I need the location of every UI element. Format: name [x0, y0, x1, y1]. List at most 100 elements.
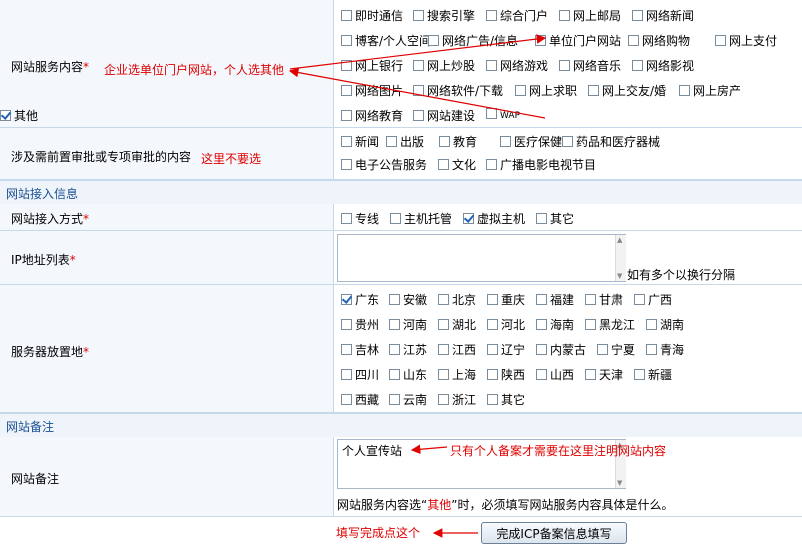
server-location-option[interactable]: 天津 — [585, 366, 623, 383]
service-content-option[interactable]: 网上交友/婚 — [588, 82, 666, 99]
checkbox[interactable] — [588, 85, 599, 96]
server-location-option[interactable]: 辽宁 — [487, 341, 525, 358]
service-content-option[interactable]: 网络游戏 — [486, 57, 548, 74]
ip-list-scrollbar[interactable]: ▲ ▼ — [615, 235, 626, 281]
checkbox[interactable] — [487, 394, 498, 405]
checkbox[interactable] — [486, 108, 497, 119]
service-content-option[interactable]: 搜索引擎 — [413, 7, 475, 24]
checkbox[interactable] — [438, 394, 449, 405]
service-content-option[interactable]: 网络图片 — [341, 82, 403, 99]
server-location-option[interactable]: 西藏 — [341, 391, 379, 408]
server-location-option[interactable]: 新疆 — [634, 366, 672, 383]
server-location-option[interactable]: 湖北 — [438, 316, 476, 333]
checkbox[interactable] — [341, 110, 352, 121]
server-location-option[interactable]: 安徽 — [389, 291, 427, 308]
checkbox[interactable] — [634, 294, 645, 305]
service-content-option[interactable]: 网络教育 — [341, 107, 403, 124]
checkbox[interactable] — [390, 213, 401, 224]
server-location-option[interactable]: 海南 — [536, 316, 574, 333]
approval-option[interactable]: 新闻 — [341, 133, 379, 150]
service-content-option[interactable]: 其他 — [0, 107, 38, 124]
server-location-option[interactable]: 福建 — [536, 291, 574, 308]
checkbox[interactable] — [463, 213, 474, 224]
checkbox[interactable] — [341, 159, 352, 170]
checkbox[interactable] — [438, 159, 449, 170]
server-location-option[interactable]: 广西 — [634, 291, 672, 308]
service-content-option[interactable]: 网上求职 — [515, 82, 577, 99]
checkbox[interactable] — [413, 60, 424, 71]
checkbox[interactable] — [536, 344, 547, 355]
server-location-option[interactable]: 北京 — [438, 291, 476, 308]
checkbox[interactable] — [341, 35, 352, 46]
server-location-option[interactable]: 上海 — [438, 366, 476, 383]
checkbox[interactable] — [646, 319, 657, 330]
checkbox[interactable] — [413, 110, 424, 121]
access-method-option[interactable]: 主机托管 — [390, 210, 452, 227]
checkbox[interactable] — [597, 344, 608, 355]
service-content-option[interactable]: 网络购物 — [628, 32, 690, 49]
checkbox[interactable] — [0, 110, 11, 121]
checkbox[interactable] — [486, 60, 497, 71]
checkbox[interactable] — [438, 369, 449, 380]
server-location-option[interactable]: 江苏 — [389, 341, 427, 358]
service-content-option[interactable]: 网络新闻 — [632, 7, 694, 24]
checkbox[interactable] — [413, 10, 424, 21]
access-method-option[interactable]: 虚拟主机 — [463, 210, 525, 227]
service-content-option[interactable]: 网络软件/下载 — [413, 82, 503, 99]
checkbox[interactable] — [389, 369, 400, 380]
service-content-option[interactable]: 网络音乐 — [559, 57, 621, 74]
service-content-option[interactable]: 网站建设 — [413, 107, 475, 124]
checkbox[interactable] — [585, 369, 596, 380]
server-location-option[interactable]: 青海 — [646, 341, 684, 358]
server-location-option[interactable]: 四川 — [341, 366, 379, 383]
checkbox[interactable] — [341, 136, 352, 147]
checkbox[interactable] — [438, 344, 449, 355]
approval-option[interactable]: 文化 — [438, 156, 476, 173]
approval-option[interactable]: 教育 — [439, 133, 477, 150]
checkbox[interactable] — [341, 394, 352, 405]
checkbox[interactable] — [389, 344, 400, 355]
server-location-option[interactable]: 湖南 — [646, 316, 684, 333]
server-location-option[interactable]: 浙江 — [438, 391, 476, 408]
service-content-option[interactable]: 网上炒股 — [413, 57, 475, 74]
checkbox[interactable] — [632, 10, 643, 21]
checkbox[interactable] — [341, 369, 352, 380]
checkbox[interactable] — [341, 60, 352, 71]
checkbox[interactable] — [341, 294, 352, 305]
server-location-option[interactable]: 山东 — [389, 366, 427, 383]
service-content-option[interactable]: 综合门户 — [486, 7, 548, 24]
checkbox[interactable] — [341, 85, 352, 96]
server-location-option[interactable]: 黑龙江 — [585, 316, 635, 333]
service-content-option[interactable]: WAP — [486, 107, 520, 121]
server-location-option[interactable]: 山西 — [536, 366, 574, 383]
checkbox[interactable] — [389, 319, 400, 330]
checkbox[interactable] — [341, 10, 352, 21]
service-content-option[interactable]: 网上邮局 — [559, 7, 621, 24]
approval-option[interactable]: 出版 — [386, 133, 424, 150]
server-location-option[interactable]: 宁夏 — [597, 341, 635, 358]
server-location-option[interactable]: 贵州 — [341, 316, 379, 333]
checkbox[interactable] — [341, 213, 352, 224]
service-content-option[interactable]: 博客/个人空间 — [341, 32, 431, 49]
checkbox[interactable] — [715, 35, 726, 46]
server-location-option[interactable]: 河北 — [487, 316, 525, 333]
checkbox[interactable] — [439, 136, 450, 147]
server-location-option[interactable]: 重庆 — [487, 291, 525, 308]
checkbox[interactable] — [486, 159, 497, 170]
server-location-option[interactable]: 陕西 — [487, 366, 525, 383]
approval-option[interactable]: 医疗保健 — [500, 133, 562, 150]
service-content-option[interactable]: 网上支付 — [715, 32, 777, 49]
checkbox[interactable] — [634, 369, 645, 380]
checkbox[interactable] — [535, 35, 546, 46]
server-location-option[interactable]: 河南 — [389, 316, 427, 333]
approval-option[interactable]: 广播电影电视节目 — [486, 156, 596, 173]
checkbox[interactable] — [487, 369, 498, 380]
checkbox[interactable] — [487, 294, 498, 305]
checkbox[interactable] — [341, 344, 352, 355]
checkbox[interactable] — [559, 10, 570, 21]
checkbox[interactable] — [536, 213, 547, 224]
server-location-option[interactable]: 其它 — [487, 391, 525, 408]
access-method-option[interactable]: 专线 — [341, 210, 379, 227]
checkbox[interactable] — [500, 136, 511, 147]
approval-option[interactable]: 药品和医疗器械 — [562, 133, 660, 150]
